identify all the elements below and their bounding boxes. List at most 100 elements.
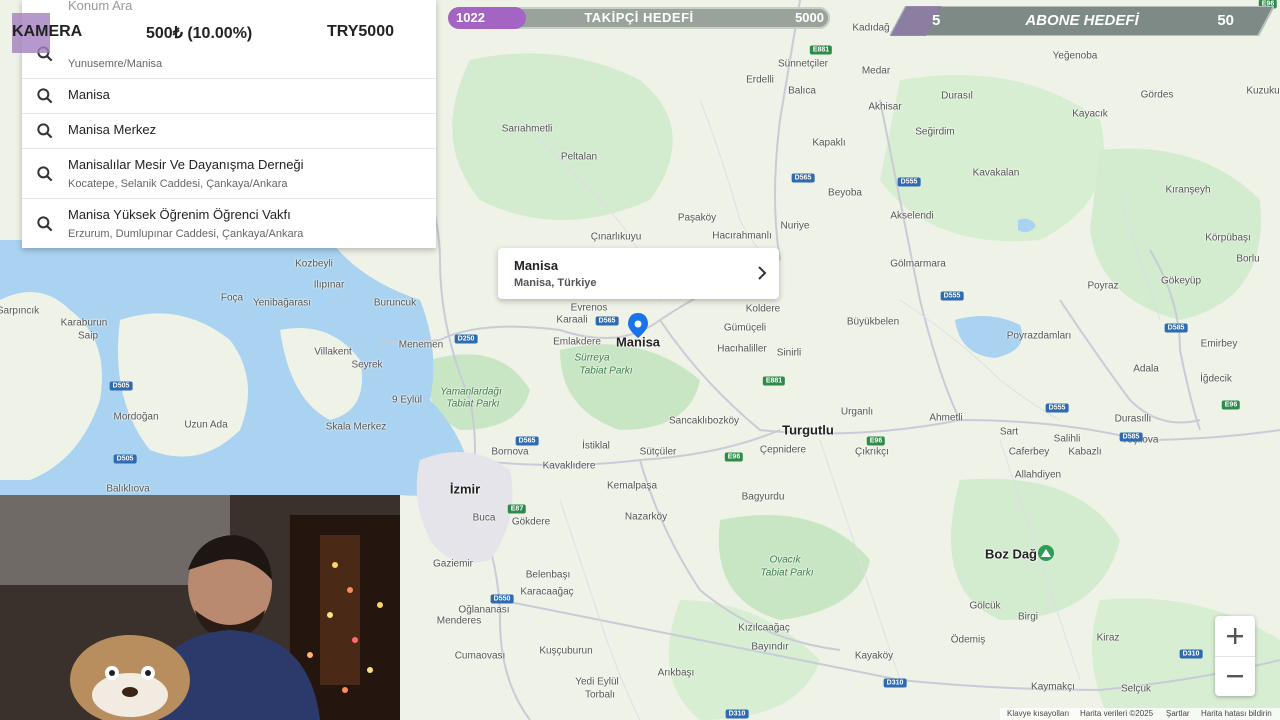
map-place-label: Durasıllı xyxy=(1114,413,1152,425)
map-place-label: Villakent xyxy=(314,346,352,358)
map-place-label: Bagyurdu xyxy=(741,491,785,503)
map-place-label: Adala xyxy=(1133,363,1159,375)
keyboard-shortcuts-link[interactable]: Klavye kısayolları xyxy=(1007,709,1069,718)
report-map-error-link[interactable]: Harita hatası bildirin xyxy=(1201,709,1272,718)
suggestion-subtitle: Yunusemre/Manisa xyxy=(68,58,163,70)
road-shield: D585 xyxy=(1119,432,1143,442)
terms-link[interactable]: Şartlar xyxy=(1166,709,1190,718)
road-shield: D550 xyxy=(490,594,514,604)
map-place-label: Selçuk xyxy=(1120,683,1152,695)
road-shield: D310 xyxy=(1179,649,1203,659)
map-place-label: Gümüçeli xyxy=(723,322,767,334)
map-place-label: Akselendi xyxy=(890,210,934,222)
map-place-label: Kayaköy xyxy=(854,650,894,662)
map-place-label: Beyoba xyxy=(828,187,862,199)
map-place-label: Seyrek xyxy=(351,359,383,371)
map-place-label: Gölmarmara xyxy=(890,258,946,270)
road-shield: D310 xyxy=(883,678,907,688)
map-place-label: Saip xyxy=(77,330,99,342)
map-place-label: Nuriye xyxy=(780,220,810,232)
map-place-label: Kuzuku xyxy=(1246,85,1280,97)
map-city-label: Manisa xyxy=(615,334,661,350)
map-place-label: Yenibağarası xyxy=(252,297,312,309)
map-park-label: Sürreya xyxy=(574,352,610,364)
map-place-label: Sünnetçiler xyxy=(777,58,829,70)
place-info-card[interactable]: Manisa Manisa, Türkiye xyxy=(498,248,779,299)
map-place-label: Nazarköy xyxy=(624,511,668,523)
map-place-label: Borlu xyxy=(1236,253,1260,265)
map-place-label: Kuşçuburun xyxy=(539,645,593,657)
map-place-label: Kiraz xyxy=(1096,632,1120,644)
mountain-peak-icon xyxy=(1038,545,1054,561)
map-place-label: Çepnidere xyxy=(759,444,807,456)
minus-icon xyxy=(1227,675,1243,678)
map-data-text: Harita verileri ©2025 xyxy=(1080,709,1154,718)
map-park-label: Ovacık xyxy=(769,554,801,566)
map-place-label: Allahdiyen xyxy=(1014,469,1062,481)
road-shield: D250 xyxy=(454,334,478,344)
map-place-label: Oğlananası xyxy=(458,604,510,616)
suggestion-item[interactable]: Manisalılar Mesir Ve Dayanışma Derneği K… xyxy=(22,149,436,199)
suggestion-title: Manisalılar Mesir Ve Dayanışma Derneği xyxy=(68,157,304,172)
map-place-label: Gökeyüp xyxy=(1160,275,1202,287)
map-park-label: Yamanlardağı xyxy=(440,386,502,398)
map-park-label: Tabiat Parkı xyxy=(446,398,500,410)
map-place-label: Poyraz xyxy=(1087,280,1119,292)
map-place-label: Emirbey xyxy=(1200,338,1238,350)
road-shield: D555 xyxy=(897,177,921,187)
map-place-label: Yedi Eylül xyxy=(575,676,619,688)
map-park-label: Tabiat Parkı xyxy=(579,365,633,377)
road-shield: E87 xyxy=(507,504,527,514)
map-place-label: Skala Merkez xyxy=(325,421,387,433)
suggestion-title: Manisa xyxy=(68,87,110,102)
suggestion-item[interactable]: Manisa Merkez xyxy=(22,114,436,149)
road-shield: D555 xyxy=(1045,403,1069,413)
map-place-label: Mordoğan xyxy=(113,411,159,423)
map-place-label: Kozbeyli xyxy=(295,258,333,270)
map-place-label: 9 Eylül xyxy=(391,394,423,406)
subscriber-goal-current: 5 xyxy=(932,12,941,29)
suggestion-subtitle: Kocatepe, Selanik Caddesi, Çankaya/Ankar… xyxy=(68,178,288,190)
map-place-label: Sütçüler xyxy=(639,446,677,458)
road-shield: D565 xyxy=(595,316,619,326)
place-title: Manisa xyxy=(514,258,559,273)
map-place-label: Erdelli xyxy=(746,74,774,86)
map-place-label: Birgi xyxy=(1017,611,1039,623)
search-placeholder: Konum Ara xyxy=(68,0,133,13)
map-place-label: Medar xyxy=(861,65,891,77)
zoom-out-button[interactable] xyxy=(1215,656,1255,696)
map-place-label: Buruncuk xyxy=(373,297,417,309)
map-place-label: Uzun Ada xyxy=(184,419,228,431)
follower-goal-current: 1022 xyxy=(456,10,485,25)
follower-goal-bar: TAKİPÇİ HEDEFİ 1022 5000 xyxy=(448,7,830,29)
map-place-label: Karaali xyxy=(556,314,588,326)
map-place-label: Kaymakçı xyxy=(1031,681,1075,693)
suggestion-item[interactable]: Manisa Yüksek Öğrenim Öğrenci Vakfı Erzu… xyxy=(22,199,436,248)
map-place-label: Kıranşeyh xyxy=(1165,184,1211,196)
zoom-controls xyxy=(1215,616,1255,696)
map-place-label: İğdecik xyxy=(1200,373,1232,385)
suggestion-item[interactable]: Manisa xyxy=(22,79,436,114)
zoom-in-button[interactable] xyxy=(1215,616,1255,657)
webcam-feed xyxy=(0,495,400,720)
map-place-label: Belenbaşı xyxy=(525,569,571,581)
road-shield: D585 xyxy=(1164,323,1188,333)
map-place-label: Seğirdim xyxy=(915,126,955,138)
suggestion-title: Manisa Yüksek Öğrenim Öğrenci Vakfı xyxy=(68,207,291,222)
map-place-label: Gökdere xyxy=(511,516,551,528)
search-icon xyxy=(37,123,53,139)
map-place-label: Bayındır xyxy=(751,641,789,653)
camera-label: KAMERA xyxy=(12,23,83,40)
map-place-label: Sart xyxy=(999,426,1019,438)
search-icon xyxy=(37,216,53,232)
map-place-label: Poyrazdamları xyxy=(1006,330,1072,342)
road-shield: D505 xyxy=(109,381,133,391)
map-place-label: Buca xyxy=(472,512,496,524)
map-city-label: İzmir xyxy=(449,481,481,497)
search-input[interactable]: Konum Ara xyxy=(22,0,436,14)
map-place-label: Kavakalan xyxy=(972,167,1020,179)
map-place-label: Gölcük xyxy=(969,600,1001,612)
search-icon xyxy=(37,166,53,182)
map-place-label: Gaziemir xyxy=(432,558,474,570)
map-place-label: Kabazlı xyxy=(1068,446,1102,458)
